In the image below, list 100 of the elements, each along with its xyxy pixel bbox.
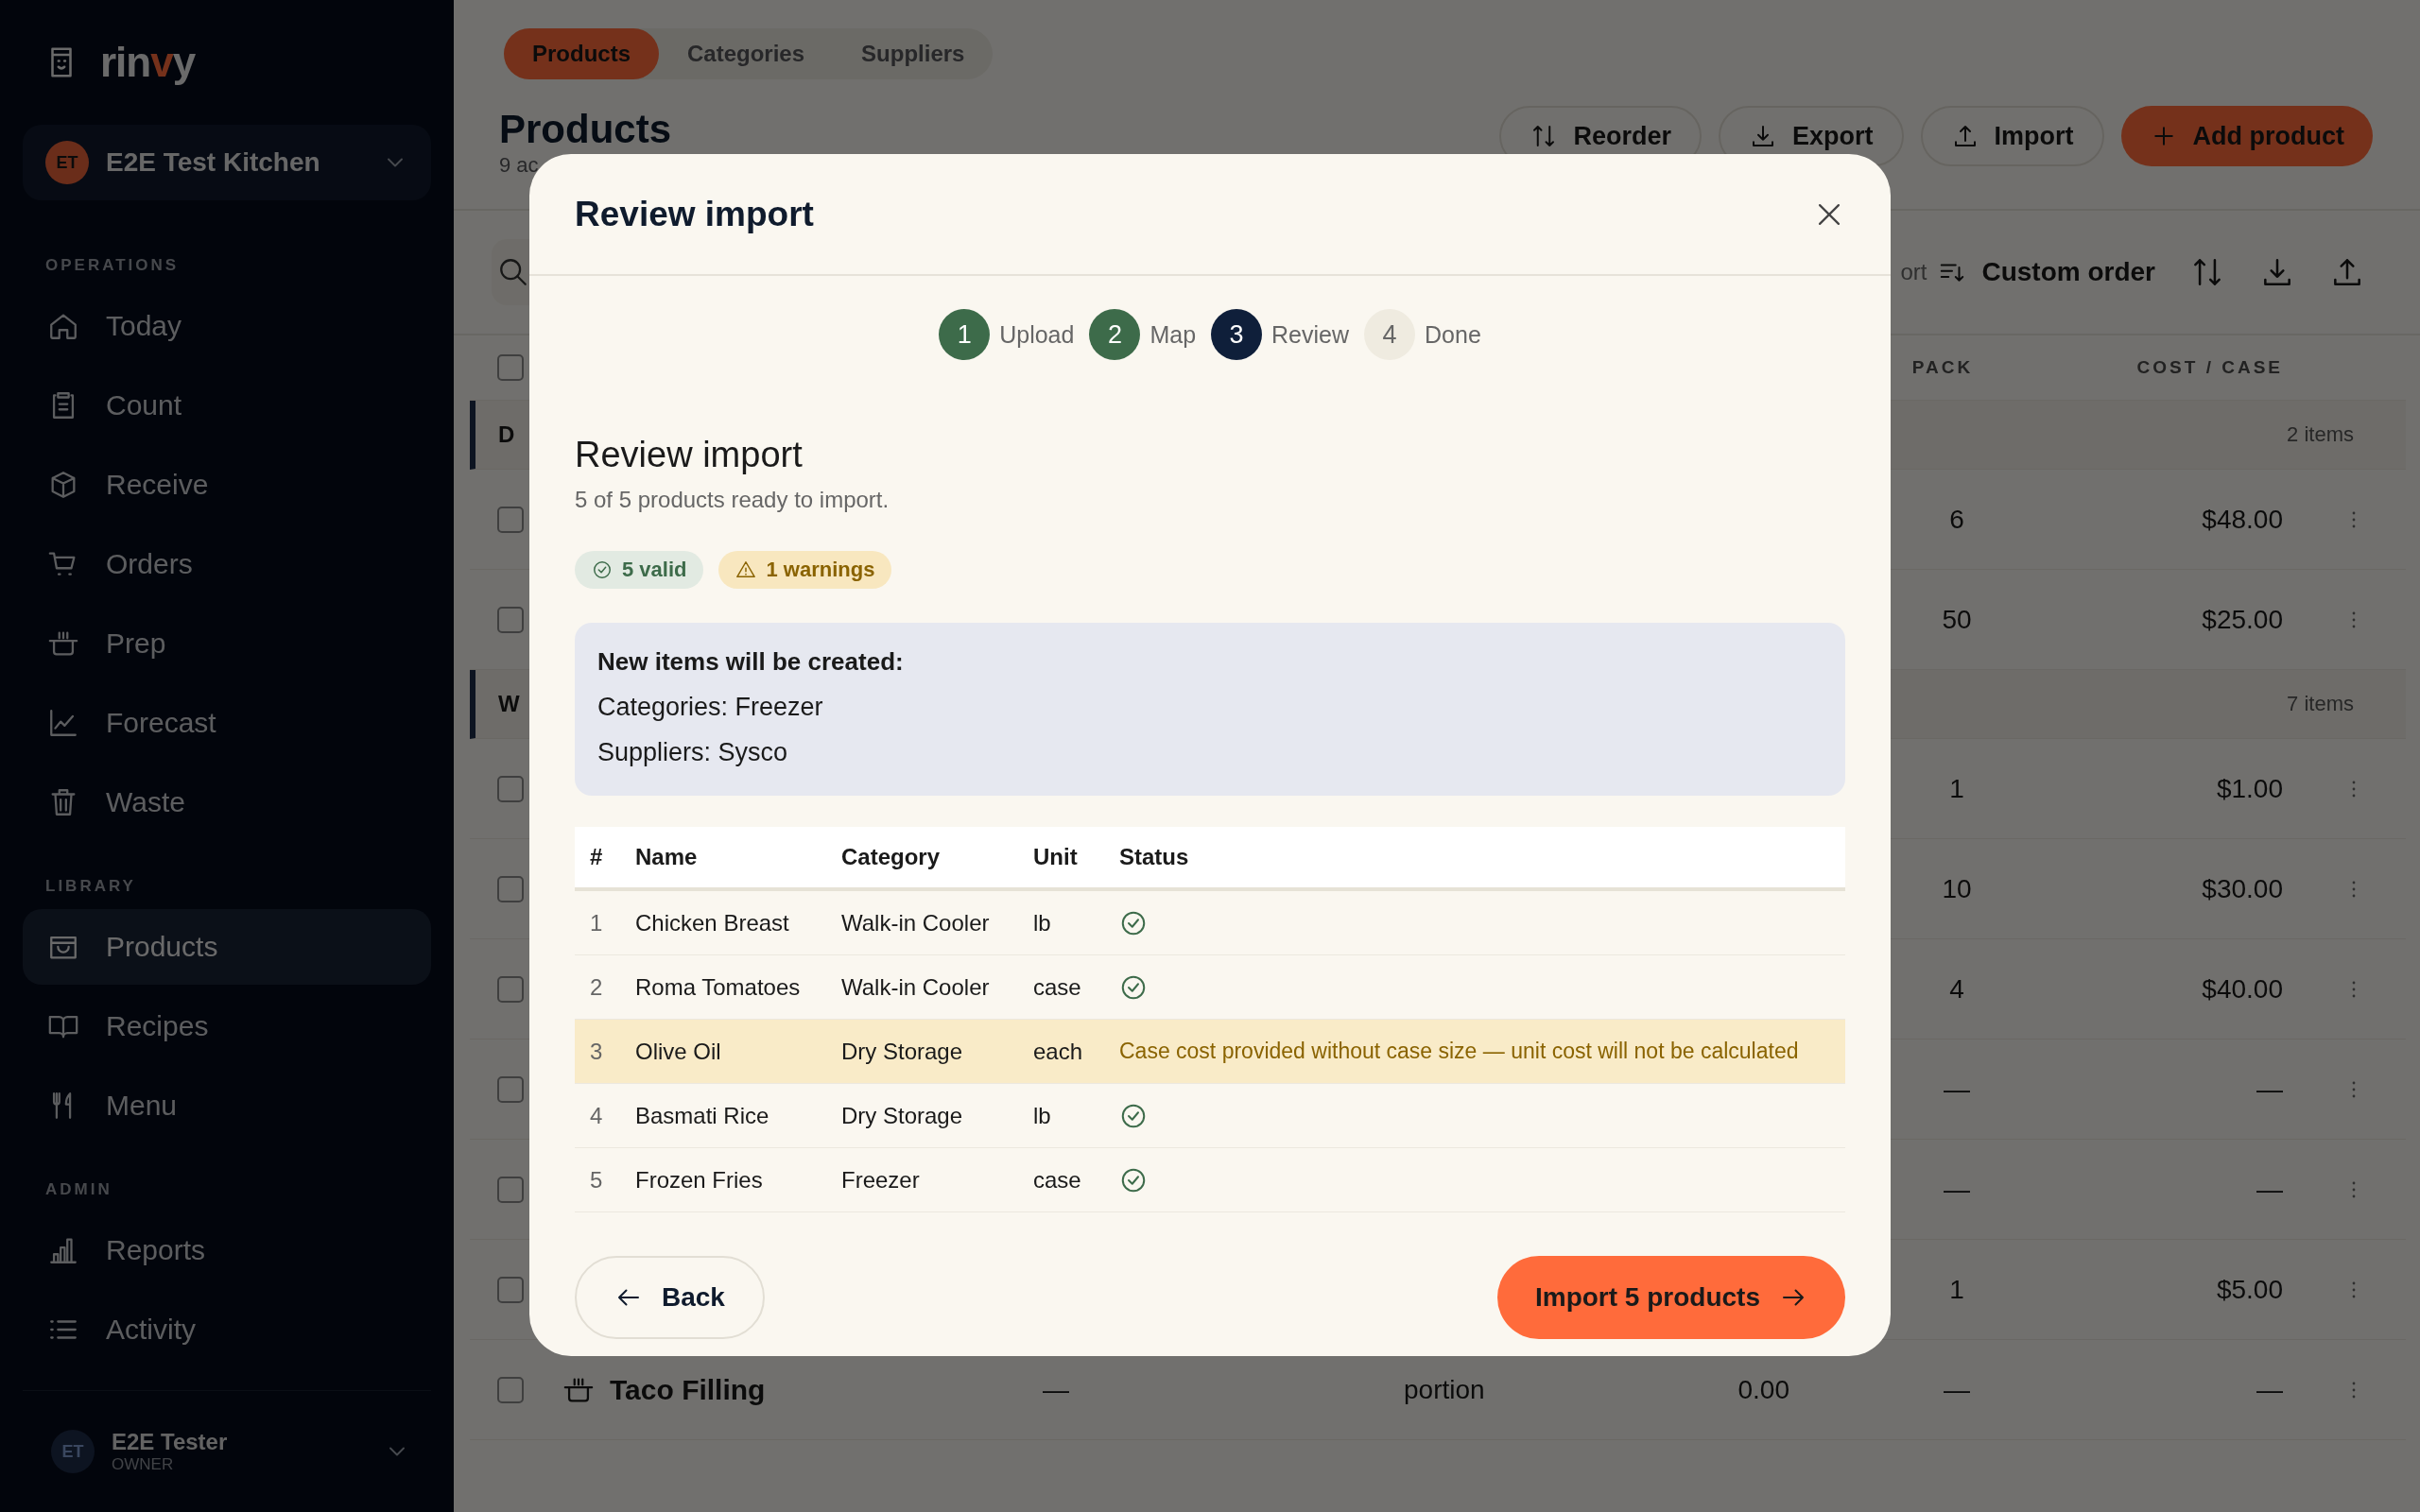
action-button[interactable]: Import (1920, 106, 2104, 166)
nav-item[interactable]: Products (23, 909, 431, 985)
table-cell-text: Basmati Rice (635, 1102, 770, 1129)
table-cell: — (1944, 1074, 1970, 1105)
search-icon (497, 256, 529, 288)
table-cell-text: case (1033, 1166, 1082, 1194)
table-cell: $5.00 (2216, 1274, 2283, 1305)
brand-name: rinvy (100, 39, 196, 86)
nav-section-label: ADMIN (44, 1179, 113, 1200)
nav-item[interactable]: Recipes (23, 988, 431, 1064)
notice-title: New items will be created: (597, 647, 905, 677)
table-cell-text: 3 (589, 1038, 604, 1065)
table-cell: — (2256, 1374, 2283, 1405)
column-header: Category (841, 844, 942, 870)
summary-text: 5 of 5 products ready to import. (575, 487, 890, 513)
back-button[interactable]: Back (575, 1256, 765, 1339)
group-count: 7 items (2287, 692, 2354, 716)
column-header: PACK (1911, 357, 1974, 378)
row-checkbox[interactable] (497, 506, 524, 533)
tab[interactable]: Products (504, 28, 659, 79)
page-title: Products (499, 106, 672, 153)
row-checkbox[interactable] (497, 875, 524, 902)
nav-section-label: LIBRARY (44, 876, 137, 897)
step-number: 4 (1364, 309, 1416, 360)
user-role: OWNER (112, 1455, 175, 1474)
row-checkbox[interactable] (497, 606, 524, 633)
nav-item[interactable]: Activity (23, 1292, 431, 1367)
step-number: 1 (939, 309, 991, 360)
row-checkbox[interactable] (497, 1376, 524, 1403)
table-cell-text: lb (1033, 909, 1052, 936)
table-cell: 4 (1949, 973, 1964, 1005)
tab[interactable]: Categories (659, 28, 834, 79)
table-cell-text: Frozen Fries (635, 1166, 764, 1194)
tab[interactable]: Suppliers (833, 28, 994, 79)
workspace-switcher[interactable]: ET E2E Test Kitchen (23, 125, 431, 200)
row-checkbox[interactable] (497, 1276, 524, 1303)
table-cell-text: Dry Storage (841, 1102, 964, 1129)
row-checkbox[interactable] (497, 1075, 524, 1103)
step-label: Upload (999, 320, 1075, 349)
table-cell-text: Walk-in Cooler (841, 909, 991, 936)
table-cell: $1.00 (2216, 773, 2283, 804)
nav-item[interactable]: Orders (23, 526, 431, 602)
nav-item[interactable]: Receive (23, 447, 431, 523)
table-cell: $25.00 (2202, 604, 2283, 635)
row-checkbox[interactable] (497, 775, 524, 802)
valid-badge: 5 valid (575, 551, 704, 589)
nav-item[interactable]: Count (23, 368, 431, 443)
step-label: Map (1150, 320, 1197, 349)
table-cell-text: Roma Tomatoes (635, 973, 802, 1001)
table-cell-text: each (1033, 1038, 1084, 1065)
nav-item[interactable]: Today (23, 288, 431, 364)
column-header: Unit (1033, 844, 1079, 870)
chart-icon (47, 707, 79, 739)
select-all-checkbox[interactable] (497, 354, 524, 381)
table-cell-text: Dry Storage (841, 1038, 964, 1065)
step-label: Done (1425, 320, 1481, 349)
table-cell: 1 (1949, 773, 1964, 804)
nav-item[interactable]: Prep (23, 606, 431, 681)
table-cell: 6 (1949, 504, 1964, 535)
table-cell-text: Chicken Breast (635, 909, 790, 936)
add-button[interactable]: Add product (2120, 106, 2373, 166)
nav-item[interactable]: Waste (23, 765, 431, 840)
table-cell: 0.00 (1737, 1374, 1789, 1405)
table-cell: $48.00 (2202, 504, 2283, 535)
table-cell: — (1043, 1374, 1069, 1405)
dialog-title: Review import (575, 194, 814, 234)
warning-badge: 1 warnings (718, 551, 892, 589)
nav-item[interactable]: Reports (23, 1212, 431, 1288)
table-cell-text: 1 (589, 909, 604, 936)
column-header: Status (1119, 844, 1190, 870)
sort-label: ort (1900, 259, 1927, 285)
check-circle-icon (592, 559, 613, 580)
table-cell: $30.00 (2202, 873, 2283, 904)
table-cell: $40.00 (2202, 973, 2283, 1005)
table-cell-text: portion (1404, 1374, 1486, 1405)
sort-dropdown[interactable]: Custom order (1938, 257, 2155, 287)
column-header: # (589, 844, 604, 870)
nav-section-label: OPERATIONS (44, 255, 181, 276)
row-checkbox[interactable] (497, 1176, 524, 1203)
table-cell: 50 (1942, 604, 1972, 635)
table-cell: — (1944, 1374, 1970, 1405)
table-cell-text: Walk-in Cooler (841, 973, 991, 1001)
table-cell-text: lb (1033, 1102, 1052, 1129)
nav-item[interactable]: Menu (23, 1068, 431, 1143)
table-cell: — (2256, 1074, 2283, 1105)
step-label: Review (1271, 320, 1350, 349)
warning-message: Case cost provided without case size — unit cost will not be calculated (1119, 1039, 1800, 1064)
column-header: COST / CASE (2136, 357, 2283, 378)
nav-item[interactable]: Forecast (23, 685, 431, 761)
table-cell: — (2256, 1174, 2283, 1205)
row-checkbox[interactable] (497, 975, 524, 1003)
table-cell: 10 (1942, 873, 1972, 904)
group-count: 2 items (2287, 422, 2354, 447)
table-cell-text: Freezer (841, 1166, 921, 1194)
warning-icon (735, 559, 757, 580)
table-cell-text: 2 (589, 973, 604, 1001)
user-name: E2E Tester (112, 1429, 229, 1455)
import-button[interactable]: Import 5 products (1497, 1256, 1845, 1339)
step-number: 2 (1089, 309, 1141, 360)
notice-line: Suppliers: Sysco (597, 738, 789, 767)
